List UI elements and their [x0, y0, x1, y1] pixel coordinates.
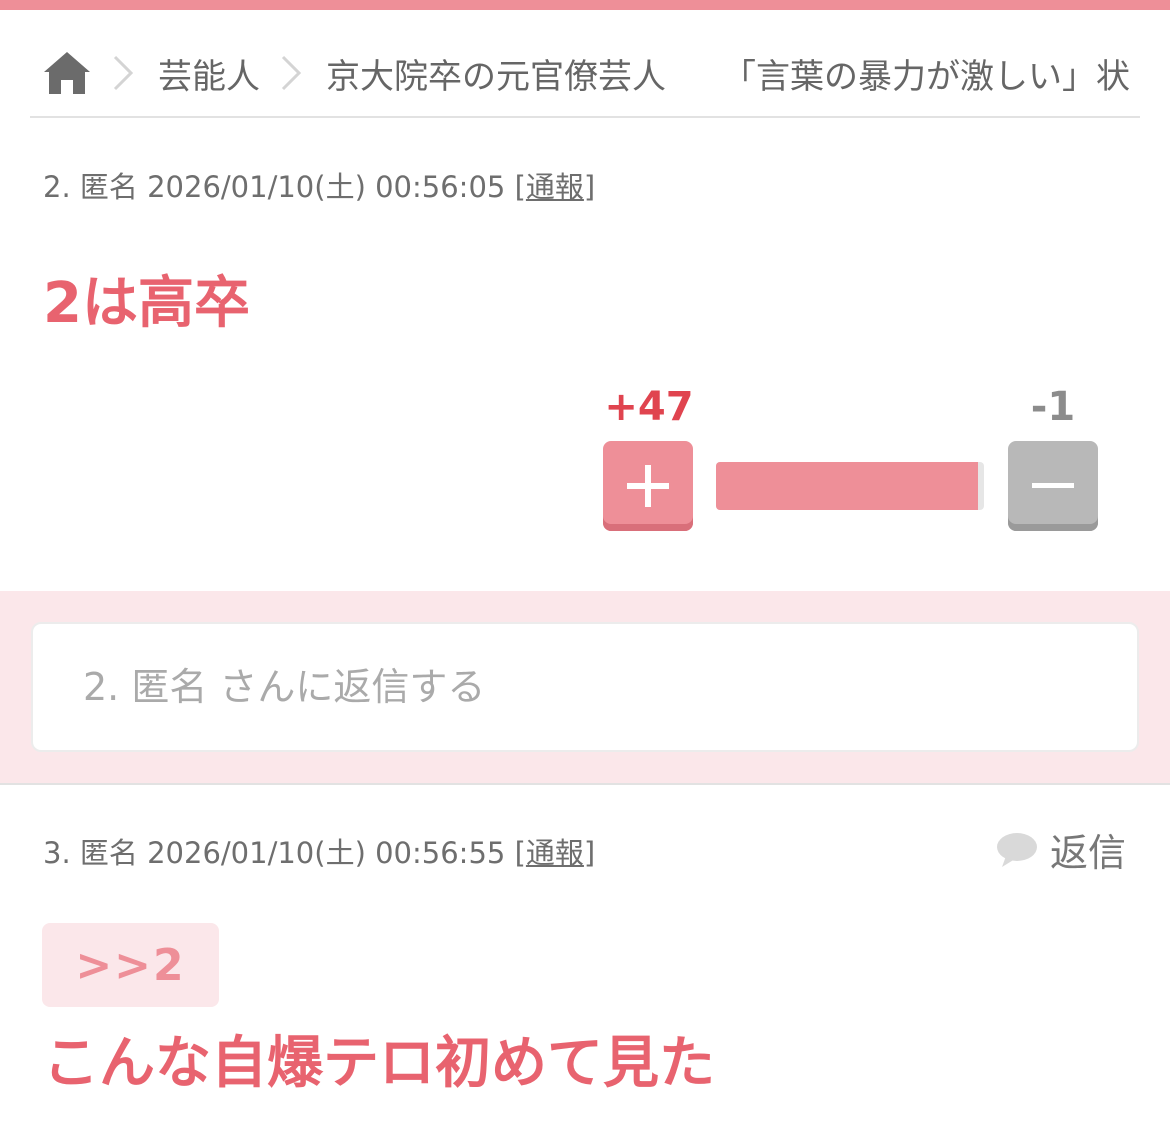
reply-button[interactable]: 返信 [996, 822, 1126, 877]
comment-timestamp: 2026/01/10(土) 00:56:55 [147, 836, 506, 870]
top-accent-bar [0, 0, 1170, 10]
chevron-right-icon [280, 53, 306, 93]
breadcrumb-item-topic[interactable]: 京大院卒の元官僚芸人 [326, 49, 666, 98]
report-bracket-open: [ [514, 836, 526, 870]
report-link[interactable]: 通報 [526, 836, 584, 870]
comment-body: こんな自爆テロ初めて見た [43, 1031, 715, 1096]
vote-ratio-fill [716, 462, 979, 510]
anchor-link[interactable]: >>2 [42, 923, 219, 1007]
report-link[interactable]: 通報 [526, 170, 584, 204]
comment-timestamp: 2026/01/10(土) 00:56:05 [147, 170, 506, 204]
report-bracket-close: ] [583, 170, 596, 204]
minus-icon [1032, 483, 1074, 488]
breadcrumb-item-thread[interactable]: 「言葉の暴力が激しい」状 [722, 49, 1130, 98]
plus-icon [627, 465, 669, 507]
comment-body: 2は高卒 [43, 271, 250, 336]
reply-label: 返信 [1050, 831, 1127, 875]
comment-number-name: 2. 匿名 [43, 170, 138, 204]
comment-meta: 2. 匿名 2026/01/10(土) 00:56:05 [通報] [43, 164, 595, 206]
plus-vote-count: +47 [604, 384, 694, 430]
plus-vote-button[interactable] [603, 441, 693, 531]
comment-number-name: 3. 匿名 [43, 836, 138, 870]
minus-vote-count: -1 [1030, 384, 1076, 430]
vote-ratio-bar [716, 462, 984, 510]
reply-input[interactable] [31, 622, 1139, 752]
reply-section [0, 591, 1170, 785]
report-bracket-open: [ [514, 170, 526, 204]
speech-bubble-icon [996, 831, 1040, 869]
breadcrumb-item-category[interactable]: 芸能人 [158, 49, 260, 98]
minus-vote-button[interactable] [1008, 441, 1098, 531]
report-bracket-close: ] [583, 836, 596, 870]
chevron-right-icon [112, 53, 138, 93]
breadcrumb: 芸能人 京大院卒の元官僚芸人 「言葉の暴力が激しい」状 [30, 30, 1140, 118]
comment-meta: 3. 匿名 2026/01/10(土) 00:56:55 [通報] [43, 830, 595, 872]
home-icon[interactable] [42, 48, 92, 98]
